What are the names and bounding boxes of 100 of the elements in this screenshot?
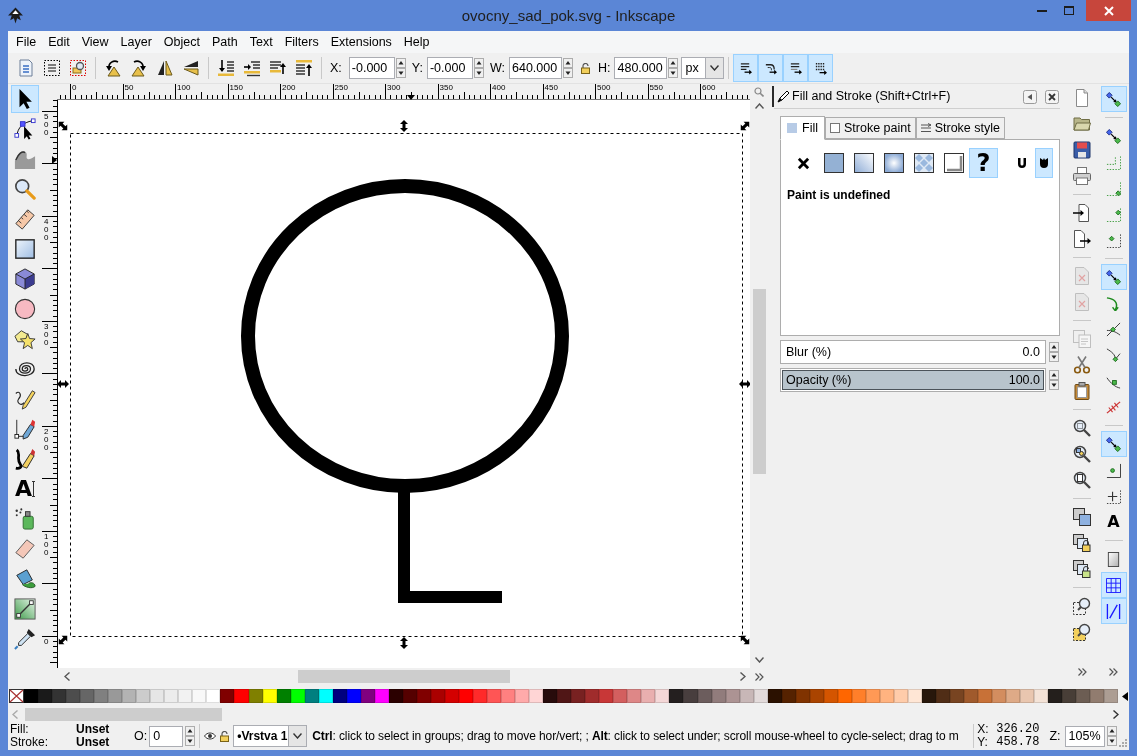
transform-toggle[interactable]	[758, 54, 784, 82]
swatch-icon[interactable]	[950, 689, 965, 703]
scissors-icon[interactable]	[1073, 356, 1091, 374]
scale-handle-icon[interactable]	[58, 380, 69, 388]
page-arrow-in-icon[interactable]	[1073, 204, 1091, 222]
scale-handle-icon[interactable]	[740, 121, 750, 131]
slider-field[interactable]: Opacity (%) 100.0	[780, 368, 1046, 392]
padlock-icon[interactable]	[581, 62, 590, 74]
scale-handle-icon[interactable]	[58, 635, 68, 645]
swatch-icon[interactable]	[501, 689, 516, 703]
swatch-icon[interactable]	[38, 689, 53, 703]
spin-up-icon[interactable]	[395, 58, 406, 68]
spin-up-icon[interactable]	[185, 726, 196, 736]
swatch-icon[interactable]	[571, 689, 586, 703]
layer-dropdown[interactable]: •Vrstva 1	[233, 725, 308, 747]
fill-rule-button[interactable]	[1035, 148, 1053, 178]
arrow-to-bottom-icon[interactable]	[217, 59, 235, 77]
snap-toggle[interactable]	[1100, 598, 1127, 624]
spin-up-icon[interactable]	[563, 58, 573, 68]
swatch-icon[interactable]	[150, 689, 165, 703]
overlapping-squares-icon[interactable]	[1073, 508, 1091, 526]
magnifier-icon[interactable]	[1073, 471, 1091, 489]
spin-down-icon[interactable]	[1106, 736, 1117, 746]
dashed-selection-icon[interactable]	[69, 59, 87, 77]
spin-up-icon[interactable]	[1106, 726, 1117, 736]
swatch-icon[interactable]	[978, 689, 993, 703]
scrollbar-thumb[interactable]	[25, 707, 222, 721]
slider-field[interactable]: Blur (%) 0.0	[780, 340, 1046, 364]
number-field[interactable]: -0.000	[348, 57, 395, 79]
snap-toggle[interactable]	[1100, 431, 1127, 457]
double-chevron-icon[interactable]	[1109, 668, 1118, 676]
tool-button[interactable]	[11, 595, 39, 623]
swatch-icon[interactable]	[473, 689, 488, 703]
double-chevron-icon[interactable]	[754, 672, 764, 681]
swatch-icon[interactable]	[557, 689, 572, 703]
swatch-icon[interactable]	[613, 689, 628, 703]
menu-item[interactable]: Path	[212, 35, 238, 49]
swatch-icon[interactable]	[122, 689, 137, 703]
swatch-icon[interactable]	[599, 689, 614, 703]
collapse-icon[interactable]	[1023, 89, 1037, 104]
resize-grip-icon[interactable]	[1119, 739, 1127, 747]
rotate-left-icon[interactable]	[104, 59, 122, 77]
tab[interactable]: Fill	[780, 116, 825, 140]
dashed-layers-icon[interactable]	[43, 59, 61, 77]
menu-item[interactable]: View	[81, 35, 109, 49]
transform-toggle[interactable]	[808, 54, 834, 82]
menu-item[interactable]: File	[16, 35, 37, 49]
spin-up-icon[interactable]	[1049, 342, 1059, 352]
dashed-magnifier-icon[interactable]	[1073, 623, 1091, 641]
swatch-icon[interactable]	[1048, 689, 1063, 703]
swatch-icon[interactable]	[192, 689, 207, 703]
menu-item[interactable]: Edit	[48, 35, 70, 49]
flip-vertical-icon[interactable]	[182, 59, 200, 77]
folder-icon[interactable]	[1073, 115, 1091, 133]
swatch-icon[interactable]	[1090, 689, 1105, 703]
swatch-icon[interactable]	[669, 689, 684, 703]
scrollbar-thumb[interactable]	[298, 670, 510, 683]
swatch-icon[interactable]	[108, 689, 123, 703]
swatch-icon[interactable]	[641, 689, 656, 703]
swatch-icon[interactable]	[1076, 689, 1091, 703]
spin-down-icon[interactable]	[1049, 352, 1059, 362]
snap-toggle[interactable]	[1100, 86, 1127, 112]
swatch-icon[interactable]	[936, 689, 951, 703]
page-arrow-out-icon[interactable]	[1073, 230, 1091, 248]
swatch-icon[interactable]	[80, 689, 95, 703]
swatch-icon[interactable]	[94, 689, 109, 703]
swatch-icon[interactable]	[515, 689, 530, 703]
swatch-icon[interactable]	[683, 689, 698, 703]
padlock-icon[interactable]	[220, 730, 230, 742]
paint-type-button[interactable]: ?	[969, 148, 998, 178]
snap-toggle[interactable]: A	[1100, 509, 1127, 535]
transform-toggle[interactable]	[783, 54, 809, 82]
triangle-left-icon[interactable]	[1122, 691, 1128, 701]
number-field[interactable]: -0.000	[426, 57, 473, 79]
document-lines-icon[interactable]	[17, 59, 35, 77]
opacity-field[interactable]: 0	[149, 725, 184, 747]
swatch-icon[interactable]	[992, 689, 1007, 703]
close-button[interactable]	[1086, 0, 1131, 21]
scale-handle-icon[interactable]	[740, 635, 750, 645]
raise-icon[interactable]	[269, 59, 287, 77]
swatch-icon[interactable]	[66, 689, 81, 703]
swatch-icon[interactable]	[1006, 689, 1021, 703]
dashed-magnifier-icon[interactable]	[1073, 597, 1091, 615]
scale-handle-icon[interactable]	[58, 121, 68, 131]
squares-padlock-icon[interactable]	[1073, 560, 1091, 578]
swatch-icon[interactable]	[964, 689, 979, 703]
menu-item[interactable]: Help	[403, 35, 430, 49]
double-chevron-icon[interactable]	[1077, 668, 1087, 676]
spin-down-icon[interactable]	[185, 736, 196, 746]
swatch-icon[interactable]	[52, 689, 67, 703]
swatch-icon[interactable]	[220, 689, 235, 703]
spin-up-icon[interactable]	[473, 58, 484, 68]
scrollbar-thumb[interactable]	[752, 289, 766, 474]
swatch-icon[interactable]	[136, 689, 151, 703]
swatch-icon[interactable]	[487, 689, 502, 703]
spin-down-icon[interactable]	[563, 68, 573, 78]
eye-icon[interactable]	[204, 732, 217, 740]
swatch-icon[interactable]	[206, 689, 221, 703]
spin-down-icon[interactable]	[473, 68, 484, 78]
tool-button[interactable]	[11, 85, 39, 113]
